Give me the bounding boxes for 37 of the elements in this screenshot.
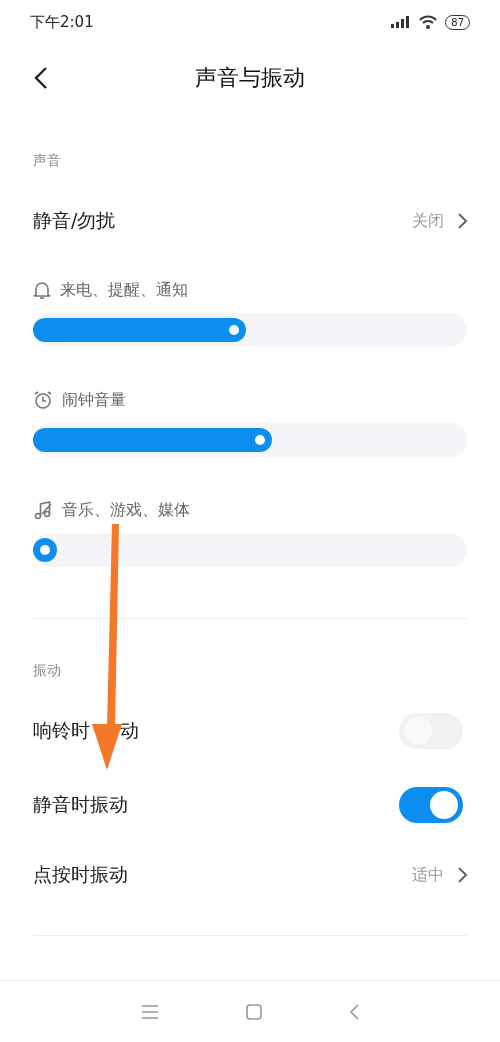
- slider-label: 来电、提醒、通知: [60, 280, 188, 300]
- back-icon: [349, 1003, 359, 1020]
- slider-fill[interactable]: [33, 538, 57, 562]
- chevron-icon: [458, 213, 467, 229]
- section-title: 声音: [33, 151, 62, 170]
- value-link[interactable]: 关闭: [412, 210, 467, 232]
- back-icon: [34, 66, 48, 90]
- setting-label: 响铃时: [33, 719, 90, 741]
- square-icon: [245, 1003, 262, 1020]
- value-link[interactable]: 适中: [412, 864, 467, 886]
- menu-icon: [141, 1004, 158, 1019]
- volume-slider[interactable]: [33, 423, 467, 457]
- section-title: 振动: [33, 661, 62, 680]
- slider-thumb[interactable]: [254, 435, 265, 445]
- setting-label: 点按时振动: [33, 862, 128, 887]
- wifi-icon: [419, 15, 438, 29]
- status-time: 下午2:01: [30, 12, 94, 32]
- slider-thumb[interactable]: [228, 325, 239, 335]
- slider-label: 音乐、游戏、媒体: [62, 500, 190, 520]
- bell-icon: [33, 280, 51, 300]
- slider-label: 闹钟音量: [62, 390, 126, 410]
- slider-thumb[interactable]: [40, 545, 50, 555]
- page-title: 声音与振动: [195, 64, 305, 92]
- setting-label: 动: [120, 719, 139, 741]
- alarm-clock-icon: [33, 390, 53, 410]
- chevron-icon: [458, 867, 467, 883]
- music-note-icon: [33, 500, 53, 520]
- home-button[interactable]: [245, 1003, 262, 1020]
- toggle-switch[interactable]: [399, 787, 463, 823]
- setting-label: 静音/勿扰: [33, 208, 116, 233]
- slider-fill[interactable]: [33, 318, 246, 342]
- volume-slider[interactable]: [33, 533, 467, 567]
- volume-slider[interactable]: [33, 313, 467, 347]
- setting-label: 静音时振动: [33, 793, 128, 815]
- menu-button[interactable]: [141, 1004, 158, 1019]
- slider-fill[interactable]: [33, 428, 272, 452]
- signal-icon: [391, 16, 412, 28]
